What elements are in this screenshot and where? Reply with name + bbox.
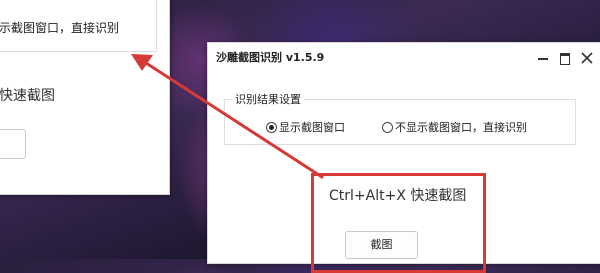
maximize-icon <box>560 53 570 65</box>
maximize-button[interactable] <box>555 48 575 68</box>
title-bar[interactable]: 沙雕截图识别 v1.5.9 <box>208 43 600 73</box>
group-title: 识别结果设置 <box>232 91 304 107</box>
minimize-icon <box>538 58 548 60</box>
window-title: 沙雕截图识别 v1.5.9 <box>216 51 325 64</box>
background-shortcut-text: 快速截图 <box>0 88 55 104</box>
radio-label: 显示截图窗口 <box>279 121 345 134</box>
background-radio-label: 示截图窗口，直接识别 <box>0 21 120 35</box>
close-icon <box>581 52 593 64</box>
radio-checked-icon <box>266 121 277 133</box>
capture-button[interactable]: 截图 <box>345 231 418 259</box>
app-window: 沙雕截图识别 v1.5.9 识别结果设置 显示截图窗口 不显示截图窗口，直接识别… <box>207 42 600 273</box>
minimize-button[interactable] <box>533 48 553 68</box>
background-capture-button[interactable] <box>0 129 26 159</box>
radio-direct-recognize[interactable]: 不显示截图窗口，直接识别 <box>382 119 527 135</box>
radio-unchecked-icon <box>382 121 393 133</box>
close-button[interactable] <box>577 48 597 68</box>
shortcut-hint: Ctrl+Alt+X 快速截图 <box>329 188 467 204</box>
radio-show-window[interactable]: 显示截图窗口 <box>266 119 345 135</box>
background-window: 示截图窗口，直接识别 快速截图 <box>0 0 170 195</box>
radio-label: 不显示截图窗口，直接识别 <box>395 121 527 134</box>
